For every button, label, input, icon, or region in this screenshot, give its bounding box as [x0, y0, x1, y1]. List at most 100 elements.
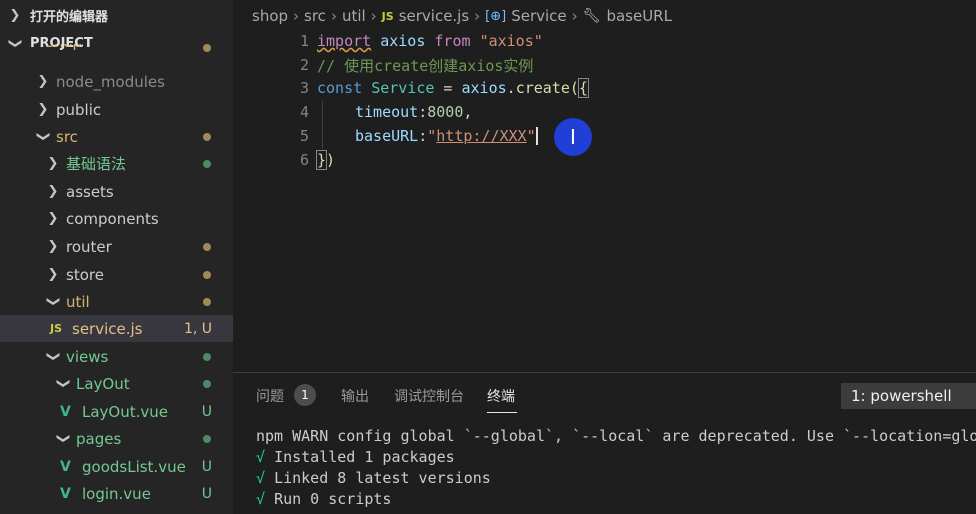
terminal-text: Linked 8 latest versions: [274, 469, 491, 487]
chevron-down-icon: ❯: [55, 433, 71, 444]
active-tab-indicator: [487, 412, 517, 413]
code-token: ": [427, 126, 437, 145]
file-status-badge: U: [201, 485, 212, 502]
file-status-badge: 1, U: [183, 320, 212, 337]
line-number: 5: [299, 127, 309, 145]
code-token[interactable]: http://XXX: [436, 127, 526, 145]
code-token: ,: [463, 103, 473, 121]
tree-item-label: store: [66, 265, 104, 284]
tree-item-store[interactable]: ❯ store: [0, 261, 233, 288]
code-token: create: [515, 79, 570, 97]
breadcrumb-item[interactable]: shop: [252, 7, 288, 25]
breadcrumb-item[interactable]: baseURL: [606, 7, 672, 25]
code-comment: // 使用create创建axios实例: [317, 56, 534, 75]
untracked-dot: [203, 160, 211, 168]
tab-problems[interactable]: 问题: [256, 386, 284, 406]
bottom-panel: 问题 1 输出 调试控制台 终端 1: powershell npm WARN …: [233, 372, 976, 514]
line-number: 1: [299, 32, 309, 50]
code-token: :: [418, 126, 428, 145]
check-icon: √: [256, 448, 266, 466]
tree-item-shop[interactable]: shop: [0, 44, 233, 60]
tree-item-src[interactable]: ❯ src: [0, 123, 233, 150]
terminal-line: √ Installed 1 packages: [256, 448, 455, 466]
file-status-badge: U: [201, 458, 212, 475]
tree-item-login-vue[interactable]: V login.vue U: [0, 480, 233, 507]
code-token: timeout: [355, 103, 419, 121]
code-token: ": [526, 126, 536, 145]
mouse-cursor-icon: I: [554, 118, 592, 156]
tree-item-views[interactable]: ❯ views: [0, 343, 233, 370]
explorer-sidebar: ❯ 打开的编辑器 ❯ PROJECT shop ❯ node_modules ❯…: [0, 0, 233, 514]
code-token: 8000: [427, 103, 464, 121]
untracked-dot: [203, 353, 211, 361]
tree-item-layout[interactable]: ❯ LayOut: [0, 370, 233, 397]
code-line: 6 }): [233, 148, 976, 172]
check-icon: √: [256, 490, 266, 508]
tab-output[interactable]: 输出: [341, 386, 369, 406]
problem-count-badge: 1: [294, 384, 316, 406]
terminal-line: √ Run 0 scripts: [256, 490, 391, 508]
tree-item-layout-vue[interactable]: V LayOut.vue U: [0, 398, 233, 425]
code-token: =: [434, 79, 462, 97]
chevron-right-icon: ›: [370, 7, 377, 25]
code-token: (: [569, 79, 579, 97]
terminal-select[interactable]: 1: powershell: [841, 383, 976, 409]
code-line: 1 import axios from "axios": [233, 29, 976, 53]
tree-item-label: assets: [66, 182, 114, 201]
tree-item-label: public: [56, 100, 102, 119]
tab-debug-console[interactable]: 调试控制台: [394, 386, 464, 406]
tree-item-goodslist-vue[interactable]: V goodsList.vue U: [0, 453, 233, 480]
variable-icon: [⊕]: [485, 8, 507, 24]
chevron-down-icon: ❯: [35, 131, 51, 142]
tree-item-label: router: [66, 237, 112, 256]
js-file-icon: JS: [381, 9, 394, 23]
code-token: {: [577, 78, 589, 98]
modified-dot: [203, 243, 211, 251]
modified-dot: [203, 44, 211, 52]
tree-item-router[interactable]: ❯ router: [0, 233, 233, 260]
breadcrumb-item[interactable]: util: [342, 7, 366, 25]
code-token: :: [418, 103, 428, 121]
code-line: 5 baseURL:"http://XXX": [233, 124, 976, 148]
code-line: 2 // 使用create创建axios实例: [233, 53, 976, 77]
check-icon: √: [256, 469, 266, 487]
breadcrumb-item[interactable]: src: [304, 7, 326, 25]
mouse-cursor-glyph: I: [570, 125, 576, 149]
chevron-right-icon: ❯: [9, 8, 21, 23]
chevron-right-icon: ❯: [47, 211, 59, 226]
js-file-icon: JS: [50, 322, 63, 335]
tree-item-pages[interactable]: ❯ pages: [0, 425, 233, 452]
tree-item-label: components: [66, 209, 159, 228]
tree-item-label: service.js: [72, 319, 143, 338]
tree-item-util[interactable]: ❯ util: [0, 288, 233, 315]
code-token: const: [317, 79, 363, 97]
vue-file-icon: V: [60, 458, 71, 475]
code-editor[interactable]: 1 import axios from "axios" 2 // 使用creat…: [233, 32, 976, 372]
tree-item-label: 基础语法: [66, 155, 127, 173]
tree-item-label: goodsList.vue: [82, 457, 186, 476]
code-line: 3 const Service = axios.create({: [233, 76, 976, 100]
tree-item-node-modules[interactable]: ❯ node_modules: [0, 68, 233, 95]
open-editors-header[interactable]: ❯ 打开的编辑器: [0, 2, 233, 29]
code-token: axios: [380, 32, 426, 50]
tree-item-label: src: [56, 127, 78, 146]
tree-item-label: shop: [46, 44, 82, 51]
breadcrumb-item[interactable]: Service: [511, 7, 566, 25]
breadcrumb-item[interactable]: service.js: [399, 7, 469, 25]
code-line: 4 timeout:8000,: [233, 100, 976, 124]
vue-file-icon: V: [60, 485, 71, 502]
open-editors-label: 打开的编辑器: [30, 10, 109, 25]
tree-item-components[interactable]: ❯ components: [0, 205, 233, 232]
tree-item-label: pages: [76, 429, 122, 448]
tree-item-basic-syntax[interactable]: ❯ 基础语法: [0, 150, 233, 177]
chevron-right-icon: ❯: [47, 184, 59, 199]
tree-item-public[interactable]: ❯ public: [0, 96, 233, 123]
tree-item-assets[interactable]: ❯ assets: [0, 178, 233, 205]
tree-item-service-js[interactable]: JS service.js 1, U: [0, 315, 233, 342]
tree-item-label: LayOut.vue: [82, 402, 169, 421]
tab-terminal[interactable]: 终端: [487, 386, 515, 406]
tree-item-label: views: [66, 347, 109, 366]
modified-dot: [203, 271, 211, 279]
code-token: baseURL: [355, 126, 419, 145]
terminal-text: Run 0 scripts: [274, 490, 392, 508]
